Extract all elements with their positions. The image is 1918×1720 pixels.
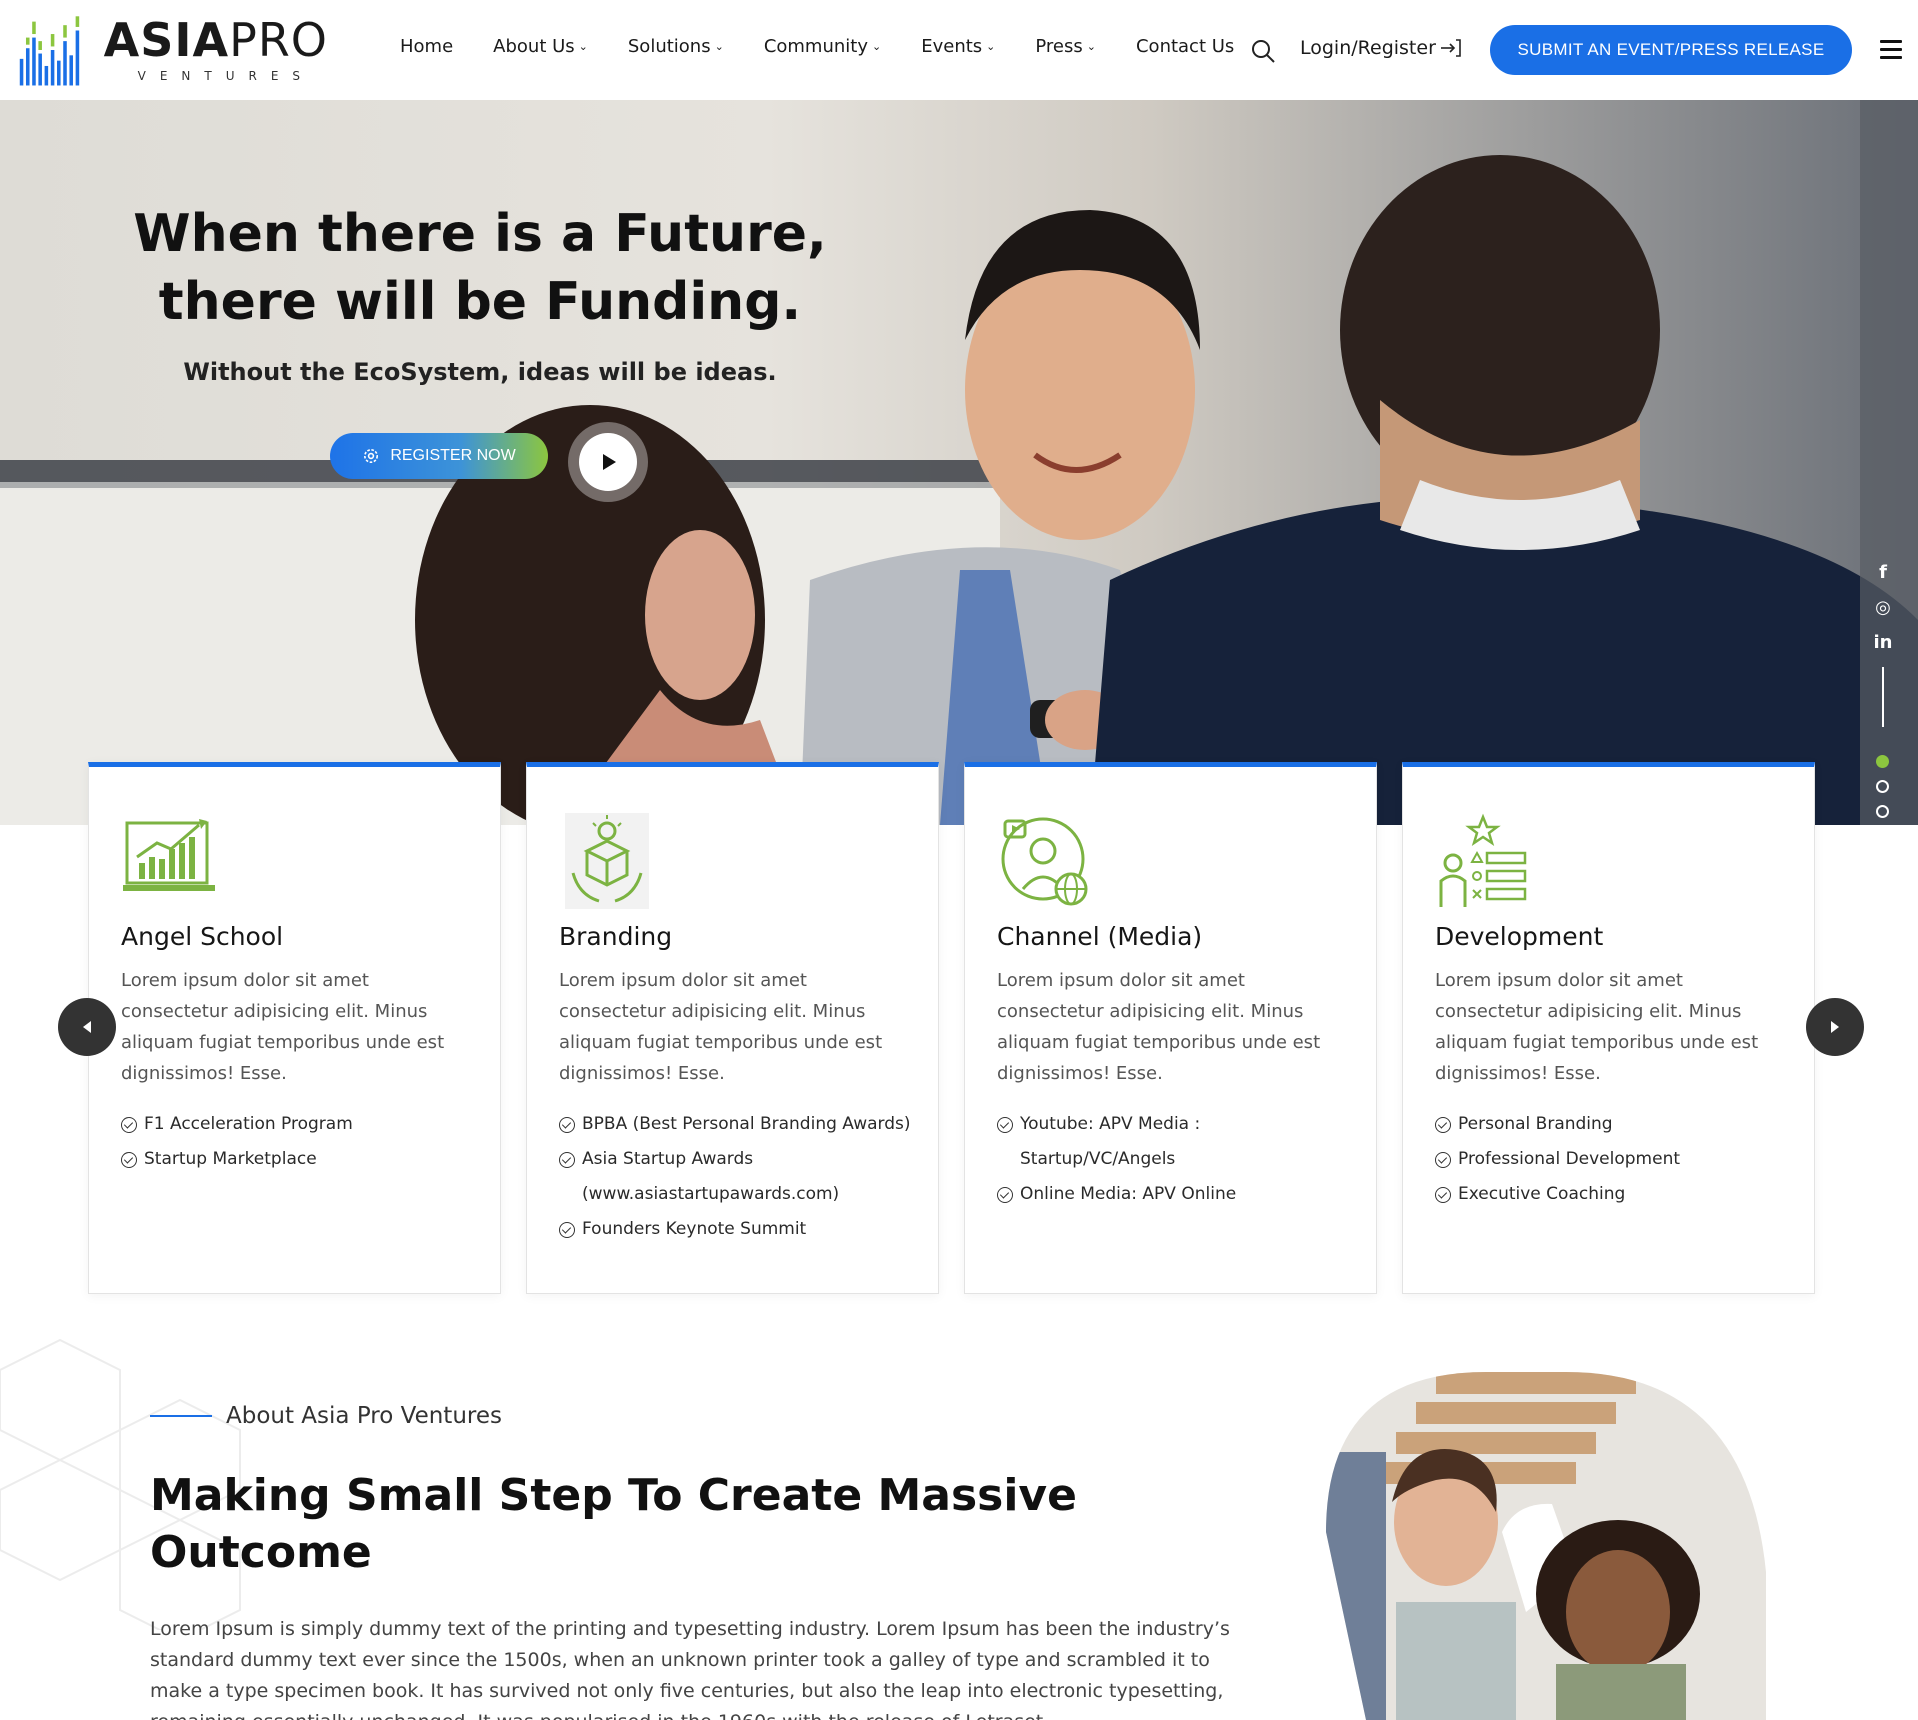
card-feature-list: Youtube: APV Media : Startup/VC/Angels O… xyxy=(997,1107,1357,1212)
check-circle-icon xyxy=(1435,1187,1451,1203)
slider-pagination xyxy=(1876,755,1889,818)
list-item: Executive Coaching xyxy=(1435,1177,1795,1212)
about-text: Lorem Ipsum is simply dummy text of the … xyxy=(150,1618,1230,1720)
logo-wordmark: ASIAPRO xyxy=(103,13,328,67)
card-feature-list: BPBA (Best Personal Branding Awards) Asi… xyxy=(559,1107,919,1247)
instagram-icon[interactable]: ◎ xyxy=(1875,597,1891,618)
play-icon xyxy=(603,454,616,470)
main-nav: Home About Us ⌄ Solutions ⌄ Community ⌄ Eve… xyxy=(400,36,1234,57)
arrow-right-icon xyxy=(1831,1021,1839,1033)
card-description: Lorem ipsum dolor sit amet consectetur a… xyxy=(997,970,1321,1084)
hero-slider: When there is a Future, there will be Fu… xyxy=(0,100,1918,825)
login-register-link[interactable]: Login/Register xyxy=(1300,37,1462,59)
check-circle-icon xyxy=(559,1117,575,1133)
services-carousel: Angel School Lorem ipsum dolor sit amet … xyxy=(88,762,1815,1294)
nav-item-contact-us[interactable]: Contact Us xyxy=(1136,36,1234,57)
service-card-branding[interactable]: Branding Lorem ipsum dolor sit amet cons… xyxy=(526,762,939,1294)
nav-item-press[interactable]: Press ⌄ xyxy=(1035,36,1096,57)
list-item: BPBA (Best Personal Branding Awards) xyxy=(559,1107,919,1142)
list-item: Founders Keynote Summit xyxy=(559,1212,919,1247)
brand-logo[interactable]: ASIAPRO VENTURES xyxy=(18,8,328,92)
submit-event-button[interactable]: SUBMIT AN EVENT/PRESS RELEASE xyxy=(1490,25,1852,75)
development-plan-icon xyxy=(1439,813,1527,907)
check-circle-icon xyxy=(1435,1152,1451,1168)
social-divider xyxy=(1882,667,1884,727)
carousel-prev-button[interactable] xyxy=(58,998,116,1056)
play-video-button[interactable] xyxy=(568,422,648,502)
card-title: Branding xyxy=(559,922,673,951)
check-circle-icon xyxy=(559,1222,575,1238)
card-description: Lorem ipsum dolor sit amet consectetur a… xyxy=(559,970,883,1084)
gear-icon xyxy=(364,449,379,463)
nav-item-solutions[interactable]: Solutions ⌄ xyxy=(628,36,724,57)
check-circle-icon xyxy=(1435,1117,1451,1133)
check-circle-icon xyxy=(121,1152,137,1168)
list-item: Personal Branding xyxy=(1435,1107,1795,1142)
list-item: Asia Startup Awards (www.asiastartupawar… xyxy=(559,1142,919,1212)
kicker-line xyxy=(150,1415,212,1417)
logo-tagline: VENTURES xyxy=(137,69,315,83)
nav-item-home[interactable]: Home xyxy=(400,36,453,57)
about-team-photo xyxy=(1326,1372,1766,1720)
card-title: Angel School xyxy=(121,922,284,951)
chevron-down-icon: ⌄ xyxy=(1086,40,1096,53)
login-arrow-icon xyxy=(1440,39,1461,57)
linkedin-icon[interactable]: in xyxy=(1874,632,1893,653)
about-title: Making Small Step To Create Massive Outc… xyxy=(150,1470,1077,1578)
nav-item-community[interactable]: Community ⌄ xyxy=(764,36,881,57)
chevron-down-icon: ⌄ xyxy=(578,40,588,53)
list-item: Professional Development xyxy=(1435,1142,1795,1177)
list-item: Youtube: APV Media : Startup/VC/Angels xyxy=(997,1107,1357,1177)
nav-item-events[interactable]: Events ⌄ xyxy=(921,36,995,57)
chevron-down-icon: ⌄ xyxy=(986,40,996,53)
slider-dot[interactable] xyxy=(1876,780,1889,793)
about-kicker: About Asia Pro Ventures xyxy=(150,1403,502,1429)
service-card-development[interactable]: Development Lorem ipsum dolor sit amet c… xyxy=(1402,762,1815,1294)
hero-title: When there is a Future, there will be Fu… xyxy=(133,204,827,332)
search-icon[interactable] xyxy=(1250,38,1276,64)
chevron-down-icon: ⌄ xyxy=(872,40,882,53)
hamburger-menu-icon[interactable] xyxy=(1880,40,1902,60)
branding-box-icon xyxy=(565,813,649,909)
social-links: f ◎ in xyxy=(1872,562,1894,727)
card-description: Lorem ipsum dolor sit amet consectetur a… xyxy=(1435,970,1759,1084)
list-item: Online Media: APV Online xyxy=(997,1177,1357,1212)
hero-subtitle: Without the EcoSystem, ideas will be ide… xyxy=(183,358,777,386)
service-card-angel-school[interactable]: Angel School Lorem ipsum dolor sit amet … xyxy=(88,762,501,1294)
media-presenter-icon xyxy=(1001,817,1088,906)
register-now-button[interactable]: REGISTER NOW xyxy=(330,433,548,479)
card-feature-list: Personal Branding Professional Developme… xyxy=(1435,1107,1795,1212)
arrow-left-icon xyxy=(83,1021,91,1033)
slider-dot[interactable] xyxy=(1876,805,1889,818)
check-circle-icon xyxy=(997,1117,1013,1133)
chevron-down-icon: ⌄ xyxy=(714,40,724,53)
growth-chart-icon xyxy=(123,819,215,891)
site-header: ASIAPRO VENTURES Home About Us ⌄ Solution… xyxy=(0,0,1918,100)
check-circle-icon xyxy=(559,1152,575,1168)
slider-dot[interactable] xyxy=(1876,755,1889,768)
check-circle-icon xyxy=(997,1187,1013,1203)
card-description: Lorem ipsum dolor sit amet consectetur a… xyxy=(121,970,445,1084)
card-title: Development xyxy=(1435,922,1604,951)
facebook-icon[interactable]: f xyxy=(1879,562,1887,583)
check-circle-icon xyxy=(121,1117,137,1133)
list-item: Startup Marketplace xyxy=(121,1142,481,1177)
card-title: Channel (Media) xyxy=(997,922,1203,951)
list-item: F1 Acceleration Program xyxy=(121,1107,481,1142)
card-feature-list: F1 Acceleration Program Startup Marketpl… xyxy=(121,1107,481,1177)
service-card-channel-media[interactable]: Channel (Media) Lorem ipsum dolor sit am… xyxy=(964,762,1377,1294)
carousel-next-button[interactable] xyxy=(1806,998,1864,1056)
nav-item-about-us[interactable]: About Us ⌄ xyxy=(493,36,588,57)
logo-skyline-icon xyxy=(19,16,80,86)
